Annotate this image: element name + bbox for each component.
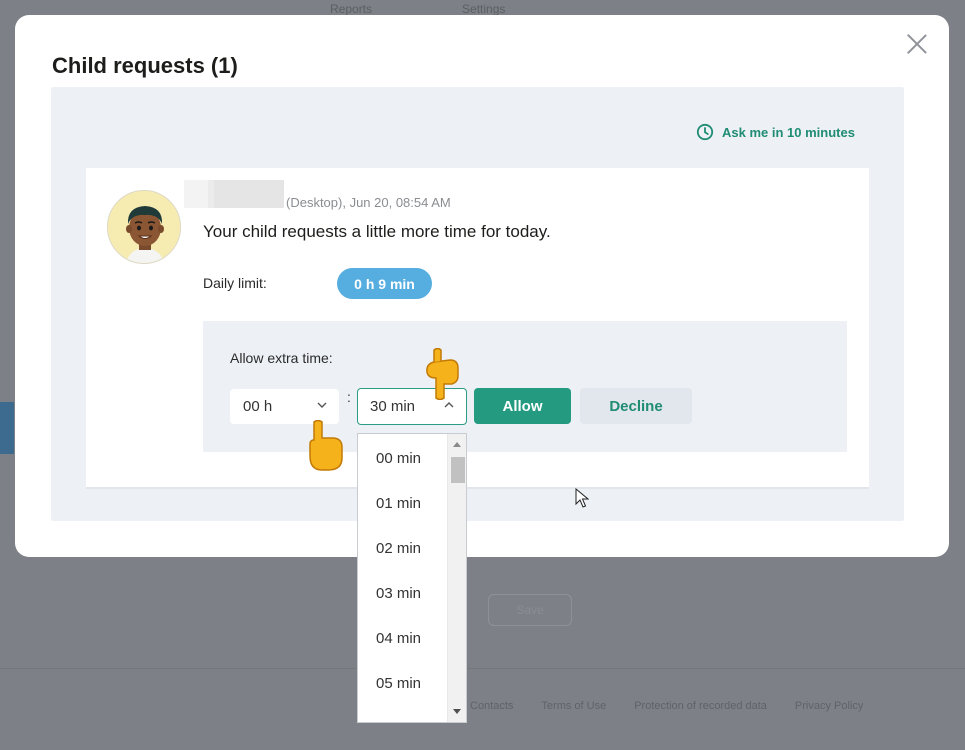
close-icon[interactable] <box>906 33 928 55</box>
daily-limit-label: Daily limit: <box>203 275 267 291</box>
background-tabs: Reports Settings <box>330 0 505 16</box>
minutes-option[interactable]: 04 min <box>358 616 448 661</box>
ask-later-label: Ask me in 10 minutes <box>722 124 855 140</box>
footer-link-contacts: Contacts <box>470 700 514 712</box>
background-tab-reports: Reports <box>330 2 373 16</box>
hours-value: 00 h <box>243 398 273 415</box>
dropdown-scrollbar[interactable] <box>447 434 466 722</box>
minutes-value: 30 min <box>370 398 416 415</box>
minutes-option[interactable]: 02 min <box>358 526 448 571</box>
clock-icon <box>696 123 714 141</box>
mouse-cursor-icon <box>575 488 589 508</box>
footer-link-terms: Terms of Use <box>541 700 607 712</box>
time-separator: : <box>347 389 351 405</box>
child-avatar <box>107 190 181 264</box>
request-device-time: (Desktop), Jun 20, 08:54 AM <box>286 195 451 210</box>
minutes-dropdown-list[interactable]: 00 min 01 min 02 min 03 min 04 min 05 mi… <box>357 433 467 723</box>
hours-select[interactable]: 00 h <box>230 389 339 424</box>
chevron-down-icon <box>317 402 327 408</box>
child-requests-modal: Child requests (1) Ask me in 10 minutes <box>15 15 949 557</box>
background-footer: Contacts Terms of Use Protection of reco… <box>0 700 965 712</box>
background-tab-settings: Settings <box>462 2 506 16</box>
modal-title: Child requests (1) <box>52 53 238 78</box>
chevron-up-icon <box>444 402 454 408</box>
background-save-button: Save <box>488 594 572 626</box>
daily-limit-badge: 0 h 9 min <box>337 268 432 299</box>
extra-time-box: Allow extra time: 00 h : 30 min Allow De… <box>203 321 847 452</box>
minutes-option[interactable]: 00 min <box>358 436 448 481</box>
request-card: (Desktop), Jun 20, 08:54 AM Your child r… <box>86 168 869 489</box>
scroll-up-icon[interactable] <box>453 442 461 447</box>
footer-link-privacy: Privacy Policy <box>794 700 864 712</box>
pointing-hand-icon <box>309 420 343 471</box>
minutes-options: 00 min 01 min 02 min 03 min 04 min 05 mi… <box>358 434 448 722</box>
minutes-option[interactable]: 06 min <box>358 706 448 722</box>
pointing-hand-icon <box>426 348 459 400</box>
background-side-element <box>0 402 14 454</box>
decline-button[interactable]: Decline <box>580 388 692 424</box>
ask-later-link[interactable]: Ask me in 10 minutes <box>696 123 855 141</box>
scroll-thumb[interactable] <box>451 457 465 483</box>
requests-panel: Ask me in 10 minutes (Desktop), Jun 20, … <box>51 87 904 521</box>
minutes-option[interactable]: 03 min <box>358 571 448 616</box>
request-message: Your child requests a little more time f… <box>203 222 551 241</box>
footer-link-data-protection: Protection of recorded data <box>634 700 767 712</box>
allow-button[interactable]: Allow <box>474 388 571 424</box>
background-divider <box>0 668 965 669</box>
minutes-option[interactable]: 05 min <box>358 661 448 706</box>
minutes-option[interactable]: 01 min <box>358 481 448 526</box>
scroll-down-icon[interactable] <box>453 709 461 714</box>
blurred-child-name <box>184 180 284 208</box>
extra-time-label: Allow extra time: <box>230 350 333 366</box>
